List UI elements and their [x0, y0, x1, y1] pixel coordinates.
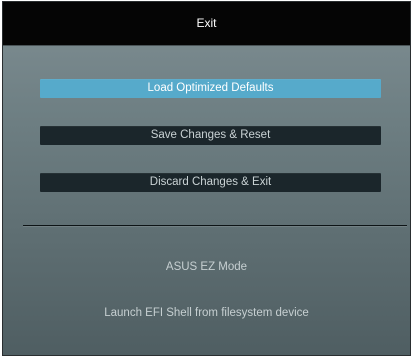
exit-dialog: Exit Load Optimized Defaults Save Change…: [2, 1, 411, 356]
dialog-titlebar: Exit: [3, 2, 410, 46]
load-optimized-defaults-button[interactable]: Load Optimized Defaults: [40, 79, 381, 98]
asus-ez-mode-option[interactable]: ASUS EZ Mode: [3, 261, 410, 273]
save-changes-reset-button[interactable]: Save Changes & Reset: [40, 126, 381, 145]
discard-changes-exit-button[interactable]: Discard Changes & Exit: [40, 173, 381, 192]
dialog-title: Exit: [196, 16, 217, 30]
launch-efi-shell-option[interactable]: Launch EFI Shell from filesystem device: [3, 307, 410, 319]
section-divider: [23, 225, 407, 226]
